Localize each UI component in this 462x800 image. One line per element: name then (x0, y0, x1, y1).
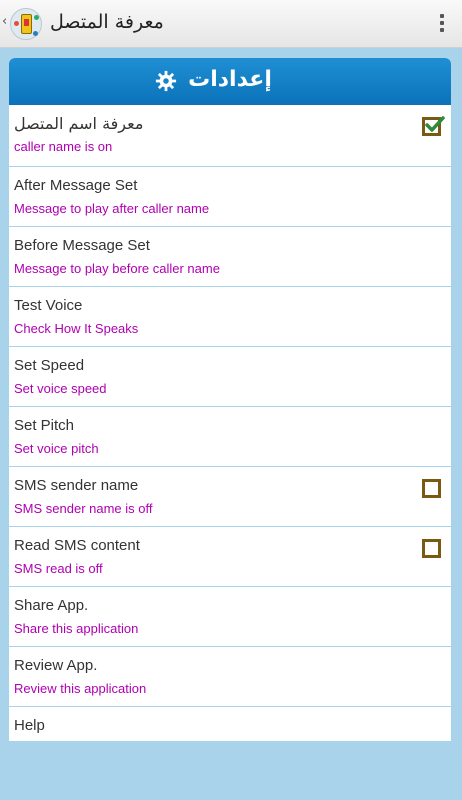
settings-row-title: Set Pitch (14, 417, 75, 434)
overflow-menu-icon[interactable] (440, 14, 444, 35)
settings-row-title: Help (14, 717, 45, 734)
settings-row-title: Set Speed (14, 357, 85, 374)
phone-icon (21, 14, 32, 34)
settings-row-title: Share App. (14, 597, 89, 614)
settings-row-title: Review App. (14, 657, 98, 674)
unchecked-checkbox[interactable] (422, 539, 441, 558)
settings-title: إعدادات (188, 67, 272, 92)
checkmark-icon (425, 116, 445, 132)
icon-dot (34, 15, 39, 20)
settings-row-subtitle: Share this application (14, 621, 139, 636)
settings-row[interactable]: Review App. Review this application (9, 647, 451, 707)
settings-row[interactable]: Set Pitch Set voice pitch (9, 407, 451, 467)
app-icon[interactable] (10, 8, 42, 40)
settings-row-title: Read SMS content (14, 537, 140, 554)
settings-list: معرفة اسم المتصل caller name is on After M… (9, 105, 451, 741)
unchecked-checkbox[interactable] (422, 479, 441, 498)
settings-row-subtitle: Set voice speed (14, 381, 107, 396)
up-navigation-icon[interactable]: ‹ (2, 15, 7, 29)
settings-row-title: Test Voice (14, 297, 83, 314)
settings-row[interactable]: After Message Set Message to play after c… (9, 167, 451, 227)
settings-row-subtitle: SMS sender name is off (14, 501, 153, 516)
settings-row-subtitle: Set voice pitch (14, 441, 99, 456)
settings-row[interactable]: Test Voice Check How It Speaks (9, 287, 451, 347)
settings-row-subtitle: Message to play after caller name (14, 201, 210, 216)
settings-row[interactable]: Before Message Set Message to play before… (9, 227, 451, 287)
settings-header: إعدادات (9, 58, 451, 105)
settings-row[interactable]: SMS sender name SMS sender name is off (9, 467, 451, 527)
settings-row[interactable]: Share App. Share this application (9, 587, 451, 647)
icon-dot (33, 31, 38, 36)
settings-panel: إعدادات معرفة اسم المتصل caller name is o… (9, 58, 451, 741)
app-title: معرفة المتصل (50, 11, 164, 33)
settings-row[interactable]: معرفة اسم المتصل caller name is on (9, 105, 451, 167)
settings-row-subtitle: SMS read is off (14, 561, 103, 576)
settings-row-subtitle: Review this application (14, 681, 147, 696)
settings-row-title: SMS sender name (14, 477, 139, 494)
settings-row-title: Before Message Set (14, 237, 150, 254)
checked-checkbox[interactable] (422, 116, 445, 136)
settings-row-title: معرفة اسم المتصل (14, 114, 144, 133)
settings-row-title: After Message Set (14, 177, 138, 194)
settings-row[interactable]: Read SMS content SMS read is off (9, 527, 451, 587)
settings-row-subtitle: Message to play before caller name (14, 261, 220, 276)
settings-row-subtitle: Check How It Speaks (14, 321, 139, 336)
settings-row-subtitle: caller name is on (14, 139, 113, 154)
action-bar: ‹ معرفة المتصل (0, 0, 462, 48)
settings-row[interactable]: Set Speed Set voice speed (9, 347, 451, 407)
settings-row[interactable]: Help (9, 707, 451, 741)
icon-dot (14, 21, 19, 26)
